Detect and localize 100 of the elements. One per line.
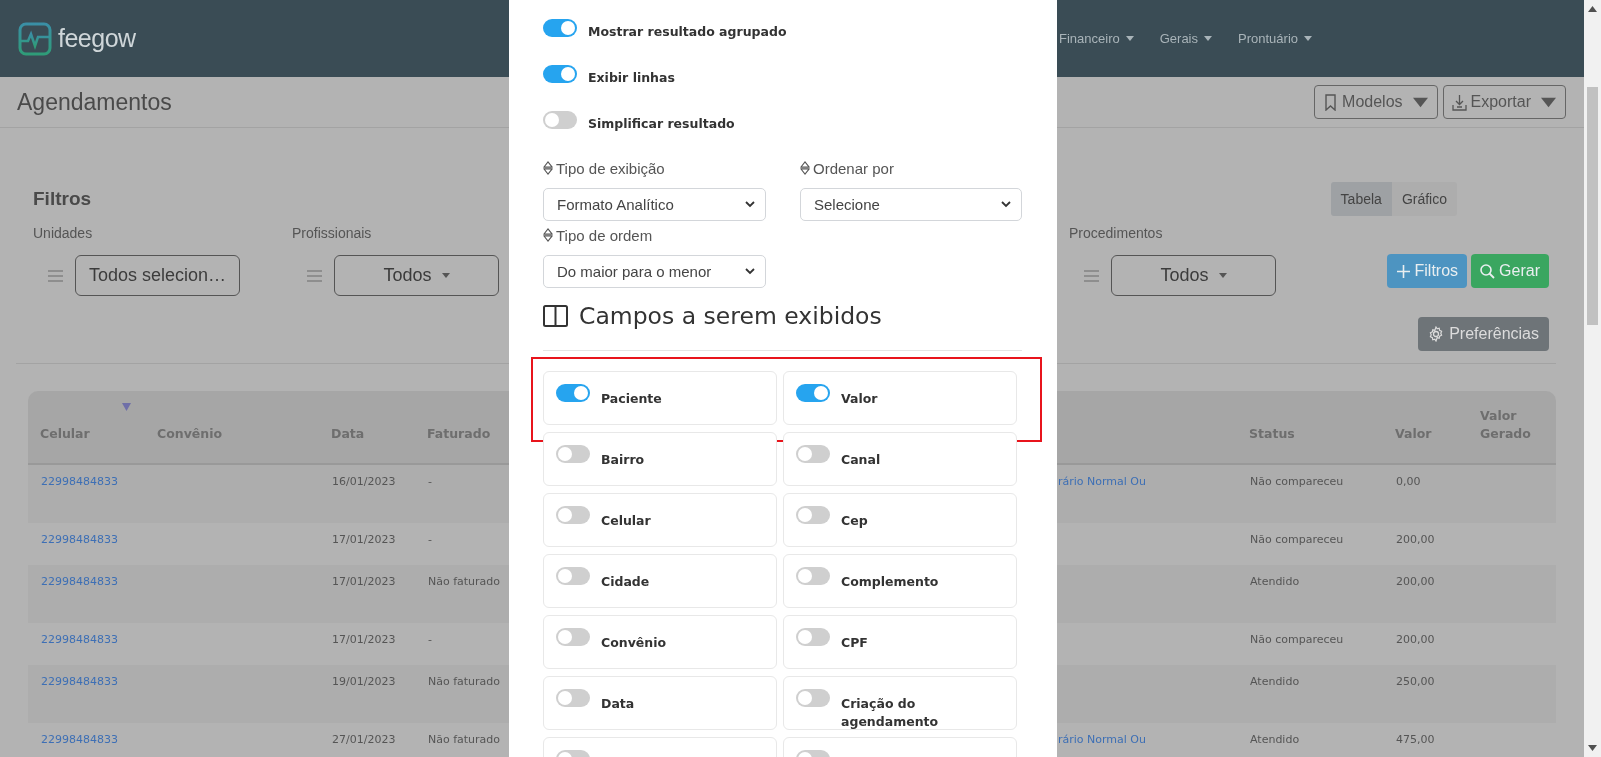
field-label: Convênio <box>601 634 667 652</box>
table-cell: Não compareceu <box>1250 533 1344 546</box>
toggle-switch[interactable] <box>556 506 590 524</box>
nav-menu-item[interactable]: Prontuário <box>1238 31 1312 46</box>
field-label: Data <box>601 695 635 713</box>
bookmark-icon <box>1323 93 1339 111</box>
table-link[interactable]: rário Normal Ou <box>1058 733 1146 746</box>
column-header[interactable]: Convênio <box>157 425 313 443</box>
nav-menu-item[interactable]: Gerais <box>1159 31 1212 46</box>
table-link[interactable]: rário Normal Ou <box>1058 475 1146 488</box>
dropdown-button[interactable]: Modelos <box>1314 85 1438 119</box>
table-link[interactable]: 22998484833 <box>41 733 118 746</box>
toggle-switch[interactable] <box>543 111 577 129</box>
sort-arrows-icon <box>543 161 553 175</box>
table-link[interactable]: 22998484833 <box>41 633 118 646</box>
table-cell: 16/01/2023 <box>332 475 396 488</box>
toggle-label: Simplificar resultado <box>588 115 735 131</box>
toggle-switch[interactable] <box>556 689 590 707</box>
field-label: Cep <box>841 512 868 530</box>
table-cell: Atendido <box>1250 733 1300 746</box>
caret-icon <box>441 273 450 278</box>
search-icon <box>1480 263 1496 279</box>
chevron-down-icon <box>1001 201 1011 208</box>
table-cell: 0,00 <box>1396 475 1421 488</box>
multiselect-dropdown[interactable]: Todos <box>334 255 499 296</box>
column-header[interactable]: Status <box>1249 425 1377 443</box>
table-cell: - <box>428 533 432 546</box>
table-cell: - <box>428 475 432 488</box>
table-cell: 200,00 <box>1396 633 1435 646</box>
section-heading: Campos a serem exibidos <box>579 302 882 330</box>
nav-menu-item[interactable]: Financeiro <box>1059 31 1134 46</box>
column-header[interactable]: Valor <box>1395 425 1462 443</box>
select-field[interactable]: Do maior para o menor <box>543 255 766 288</box>
toggle-switch[interactable] <box>543 65 577 83</box>
toggle-switch[interactable] <box>556 445 590 463</box>
caret-icon <box>1218 273 1227 278</box>
table-cell: 17/01/2023 <box>332 533 396 546</box>
scrollbar-thumb[interactable] <box>1587 87 1598 325</box>
sort-arrows-icon <box>543 228 553 242</box>
multiselect-dropdown[interactable]: Todos selecion… <box>75 255 240 296</box>
table-link[interactable]: 22998484833 <box>41 475 118 488</box>
toggle-switch[interactable] <box>543 19 577 37</box>
column-header[interactable]: Faturado <box>427 425 503 443</box>
download-icon <box>1451 93 1467 111</box>
toggle-switch[interactable] <box>796 445 830 463</box>
view-tab[interactable]: Tabela <box>1330 181 1392 216</box>
column-header[interactable]: Valor Gerado <box>1480 407 1550 443</box>
multiselect-dropdown[interactable]: Todos <box>1111 255 1276 296</box>
scroll-up-icon[interactable] <box>1588 6 1597 12</box>
table-link[interactable]: 22998484833 <box>41 575 118 588</box>
toggle-switch[interactable] <box>556 567 590 585</box>
dropdown-button[interactable]: Exportar <box>1442 85 1566 119</box>
drag-handle-icon <box>307 269 322 282</box>
table-link[interactable]: 22998484833 <box>41 675 118 688</box>
logo-text: feegow <box>58 24 136 53</box>
toggle-label: Exibir linhas <box>588 69 675 85</box>
drag-handle-icon <box>48 269 63 282</box>
table-cell: Não faturado <box>428 733 501 746</box>
select-field[interactable]: Selecione <box>800 188 1022 221</box>
add-filters-button[interactable]: Filtros <box>1386 254 1468 288</box>
field-label: CPF <box>841 634 868 652</box>
sort-arrows-icon <box>800 161 810 175</box>
table-cell: 200,00 <box>1396 575 1435 588</box>
table-cell: - <box>428 633 432 646</box>
field-label: Valor <box>841 390 878 408</box>
toggle-switch[interactable] <box>796 506 830 524</box>
scroll-down-icon[interactable] <box>1588 745 1597 751</box>
table-cell: 250,00 <box>1396 675 1435 688</box>
logo-icon <box>18 21 52 56</box>
column-header[interactable]: Data <box>331 425 409 443</box>
toggle-switch[interactable] <box>556 628 590 646</box>
table-cell: 475,00 <box>1396 733 1435 746</box>
caret-icon <box>1125 36 1134 41</box>
table-link[interactable]: 22998484833 <box>41 533 118 546</box>
table-cell: Não faturado <box>428 675 501 688</box>
drag-handle-icon <box>1084 269 1099 282</box>
field-label: Cidade <box>601 573 650 591</box>
preferences-button[interactable]: Preferências <box>1418 317 1549 351</box>
toggle-switch[interactable] <box>556 384 590 402</box>
select-label: Tipo de ordem <box>556 226 653 244</box>
table-cell: 200,00 <box>1396 533 1435 546</box>
toggle-switch[interactable] <box>796 689 830 707</box>
toggle-switch[interactable] <box>796 628 830 646</box>
field-label: Criação do agendamento <box>841 695 940 731</box>
select-label: Tipo de exibição <box>556 159 665 177</box>
column-header[interactable]: Celular <box>40 425 139 443</box>
select-field[interactable]: Formato Analítico <box>543 188 766 221</box>
table-cell: Não compareceu <box>1250 475 1344 488</box>
filter-label: Profissionais <box>292 225 372 243</box>
select-label: Ordenar por <box>813 159 894 177</box>
filter-label: Procedimentos <box>1069 225 1163 243</box>
caret-icon <box>1304 36 1312 41</box>
caret-icon <box>1204 36 1212 41</box>
view-tab[interactable]: Gráfico <box>1391 181 1457 216</box>
table-cell: 17/01/2023 <box>332 575 396 588</box>
toggle-switch[interactable] <box>796 567 830 585</box>
generate-button[interactable]: Gerar <box>1471 254 1549 288</box>
plus-icon <box>1395 263 1411 279</box>
toggle-switch[interactable] <box>796 384 830 402</box>
filter-label: Unidades <box>33 225 93 243</box>
